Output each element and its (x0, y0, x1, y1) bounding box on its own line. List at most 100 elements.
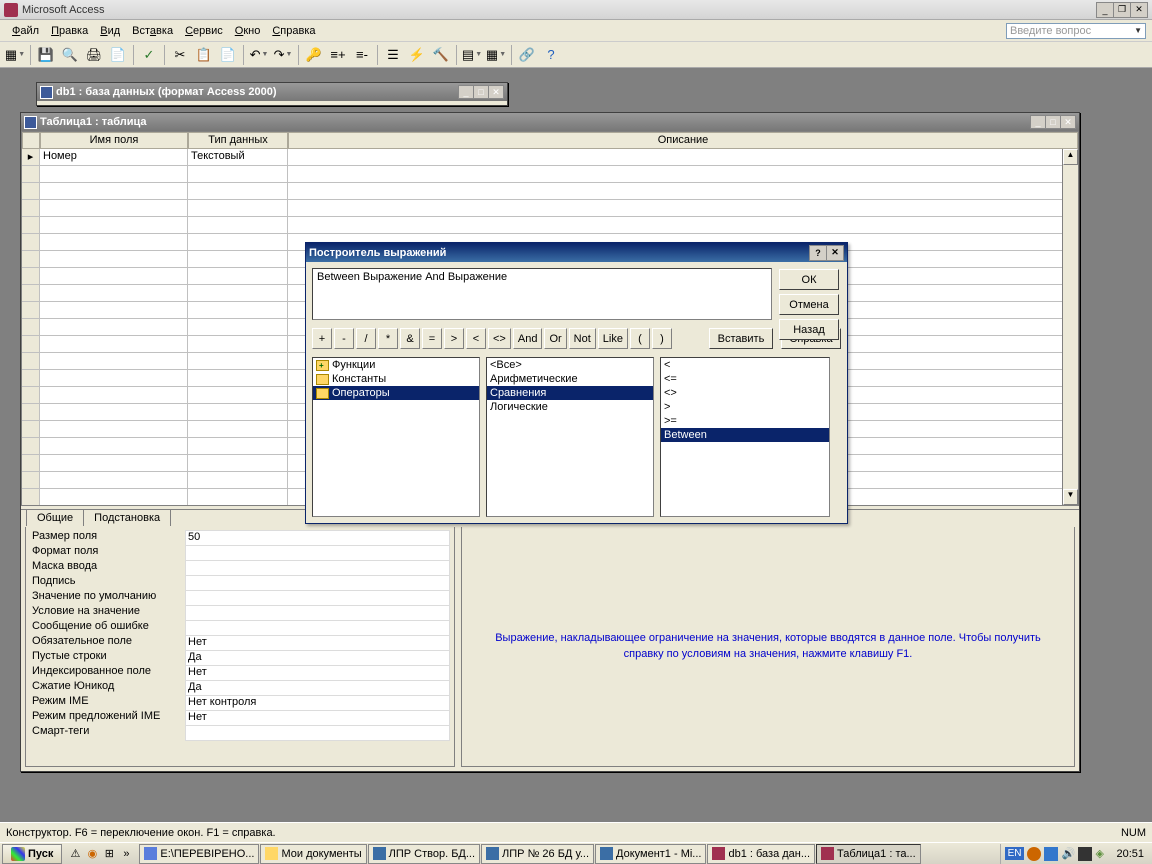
category-list[interactable]: ФункцииКонстантыОператоры (312, 357, 480, 517)
row-selector[interactable] (22, 455, 40, 472)
field-name-cell[interactable] (40, 472, 188, 489)
field-name-cell[interactable] (40, 183, 188, 200)
row-selector[interactable] (22, 268, 40, 285)
property-value[interactable]: Нет (185, 665, 450, 681)
menu-insert[interactable]: Вставка (126, 23, 179, 39)
field-type-cell[interactable] (188, 285, 288, 302)
row-selector[interactable] (22, 387, 40, 404)
list-item[interactable]: Константы (313, 372, 479, 386)
vertical-scrollbar[interactable]: ▲ ▼ (1062, 149, 1078, 505)
op-<[interactable]: < (466, 328, 486, 349)
field-type-cell[interactable] (188, 336, 288, 353)
property-value[interactable]: Нет (185, 710, 450, 726)
col-description[interactable]: Описание (288, 132, 1078, 149)
field-type-cell[interactable] (188, 183, 288, 200)
field-row[interactable] (22, 183, 1078, 200)
save-button[interactable]: 💾 (35, 44, 57, 66)
task-button[interactable]: ЛПР Створ. БД... (368, 844, 480, 864)
ql-icon-2[interactable]: ◉ (84, 846, 100, 862)
view-button[interactable]: ▦▼ (4, 44, 26, 66)
task-button[interactable]: Таблица1 : та... (816, 844, 921, 864)
property-row[interactable]: Подпись (30, 575, 450, 590)
row-selector[interactable] (22, 472, 40, 489)
delete-rows-button[interactable]: ≡- (351, 44, 373, 66)
tab-lookup[interactable]: Подстановка (83, 509, 171, 526)
copy-button[interactable]: 📋 (193, 44, 215, 66)
property-value[interactable] (185, 590, 450, 606)
list-item[interactable]: > (661, 400, 829, 414)
property-row[interactable]: Размер поля50 (30, 530, 450, 545)
property-row[interactable]: Обязательное полеНет (30, 635, 450, 650)
menu-edit[interactable]: Правка (45, 23, 94, 39)
row-selector[interactable] (22, 200, 40, 217)
close-button[interactable]: ✕ (1130, 2, 1148, 18)
property-row[interactable]: Формат поля (30, 545, 450, 560)
paste-button[interactable]: Вставить (709, 328, 773, 349)
row-selector[interactable] (22, 166, 40, 183)
undo-button[interactable]: ↶▼ (248, 44, 270, 66)
insert-rows-button[interactable]: ≡+ (327, 44, 349, 66)
db-window[interactable]: db1 : база данных (формат Access 2000) _… (36, 82, 508, 106)
property-value[interactable] (185, 545, 450, 561)
op-&[interactable]: & (400, 328, 420, 349)
property-row[interactable]: Смарт-теги (30, 725, 450, 740)
field-name-cell[interactable]: Номер (40, 149, 188, 166)
list-item[interactable]: Операторы (313, 386, 479, 400)
redo-button[interactable]: ↷▼ (272, 44, 294, 66)
dialog-titlebar[interactable]: Построитель выражений ? ✕ (306, 243, 847, 262)
build-button[interactable]: 🔨 (430, 44, 452, 66)
row-selector[interactable] (22, 251, 40, 268)
tray-icon-1[interactable] (1027, 847, 1041, 861)
field-type-cell[interactable] (188, 302, 288, 319)
op-)[interactable]: ) (652, 328, 672, 349)
dialog-help-button[interactable]: ? (809, 245, 827, 261)
field-name-cell[interactable] (40, 455, 188, 472)
op-+[interactable]: + (312, 328, 332, 349)
property-grid[interactable]: Размер поля50Формат поляМаска вводаПодпи… (26, 530, 454, 740)
field-name-cell[interactable] (40, 404, 188, 421)
list-item[interactable]: Логические (487, 400, 653, 414)
field-type-cell[interactable] (188, 370, 288, 387)
field-name-cell[interactable] (40, 251, 188, 268)
op->[interactable]: > (444, 328, 464, 349)
property-row[interactable]: Значение по умолчанию (30, 590, 450, 605)
field-desc-cell[interactable] (288, 200, 1078, 217)
field-type-cell[interactable] (188, 217, 288, 234)
new-object-button[interactable]: ▦▼ (485, 44, 507, 66)
op-not[interactable]: Not (569, 328, 596, 349)
table-maximize-button[interactable]: □ (1045, 115, 1061, 129)
field-name-cell[interactable] (40, 217, 188, 234)
field-row[interactable] (22, 217, 1078, 234)
list-item[interactable]: Сравнения (487, 386, 653, 400)
property-row[interactable]: Сообщение об ошибке (30, 620, 450, 635)
minimize-button[interactable]: _ (1096, 2, 1114, 18)
col-data-type[interactable]: Тип данных (188, 132, 288, 149)
field-name-cell[interactable] (40, 353, 188, 370)
property-value[interactable]: Нет (185, 635, 450, 651)
field-type-cell[interactable] (188, 387, 288, 404)
menu-help[interactable]: Справка (266, 23, 321, 39)
list-item[interactable]: Between (661, 428, 829, 442)
field-type-cell[interactable] (188, 489, 288, 505)
property-value[interactable] (185, 620, 450, 636)
field-type-cell[interactable] (188, 200, 288, 217)
property-value[interactable]: Нет контроля (185, 695, 450, 711)
language-indicator[interactable]: EN (1005, 847, 1025, 860)
task-button[interactable]: db1 : база дан... (707, 844, 815, 864)
field-desc-cell[interactable] (288, 166, 1078, 183)
list-item[interactable]: >= (661, 414, 829, 428)
scroll-down-button[interactable]: ▼ (1063, 489, 1078, 505)
db-maximize-button[interactable]: □ (473, 85, 489, 99)
ok-button[interactable]: ОК (779, 269, 839, 290)
field-row[interactable]: ▸НомерТекстовый (22, 149, 1078, 166)
task-button[interactable]: Документ1 - Mi... (595, 844, 706, 864)
task-button[interactable]: Мои документы (260, 844, 366, 864)
help-search-box[interactable]: Введите вопрос ▼ (1006, 23, 1146, 39)
field-type-cell[interactable] (188, 472, 288, 489)
list-item[interactable]: Функции (313, 358, 479, 372)
property-value[interactable] (185, 725, 450, 741)
back-button[interactable]: Назад (779, 319, 839, 340)
op-<>[interactable]: <> (488, 328, 511, 349)
list-item[interactable]: Арифметические (487, 372, 653, 386)
field-name-cell[interactable] (40, 268, 188, 285)
